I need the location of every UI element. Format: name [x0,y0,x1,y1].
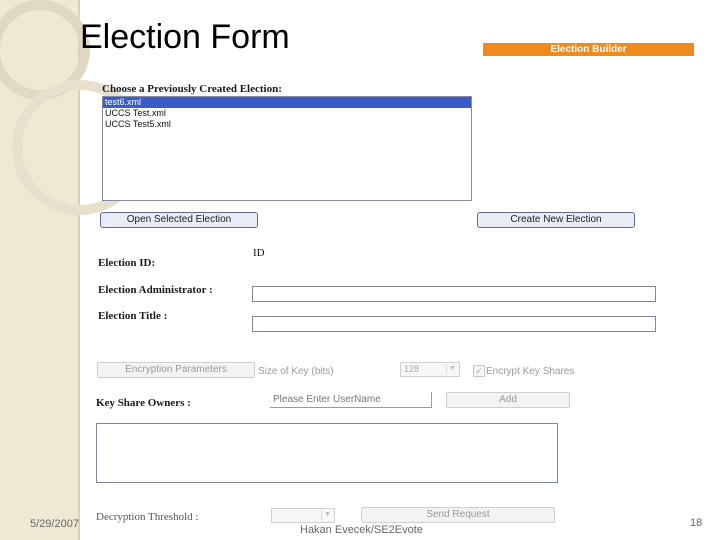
election-administrator-label: Election Administrator : [98,284,213,296]
decryption-threshold-label: Decryption Threshold : [96,511,199,523]
send-request-button[interactable]: Send Request [361,507,555,523]
slide-title: Election Form [80,18,290,56]
election-listbox[interactable]: test6.xml UCCS Test.xml UCCS Test5.xml [102,96,472,201]
page-number: 18 [690,517,703,529]
election-id-label: Election ID: [98,257,156,269]
election-title-input[interactable] [252,316,656,332]
chevron-down-icon: ▼ [321,510,333,520]
create-new-election-button[interactable]: Create New Election [477,212,635,228]
key-share-owners-list[interactable] [96,423,558,483]
key-share-owners-label: Key Share Owners : [96,397,191,409]
encrypt-key-shares-label: Encrypt Key Shares [486,366,575,377]
encryption-parameters-button[interactable]: Encryption Parameters [97,362,255,378]
key-size-select[interactable]: 128 ▼ [400,362,460,377]
add-user-button[interactable]: Add [446,392,570,408]
list-item[interactable]: UCCS Test.xml [103,108,471,119]
election-administrator-input[interactable] [252,286,656,302]
key-size-label: Size of Key (bits) [258,366,334,377]
election-title-label: Election Title : [98,310,168,322]
election-id-value: ID [253,247,265,259]
election-list-label: Choose a Previously Created Election: [102,83,282,95]
footer-date: 5/29/2007 [30,518,79,530]
encrypt-key-shares-checkbox[interactable]: ✓ [473,365,485,377]
election-builder-header: Election Builder [483,43,694,56]
list-item[interactable]: UCCS Test5.xml [103,119,471,130]
key-size-value: 128 [404,364,420,374]
list-item[interactable]: test6.xml [103,97,471,108]
footer-author: Hakan Evecek/SE2Evote [300,524,423,536]
open-selected-election-button[interactable]: Open Selected Election [100,212,258,228]
decryption-threshold-select[interactable]: ▼ [271,508,335,523]
chevron-down-icon: ▼ [446,364,458,374]
username-input[interactable]: Please Enter UserName [270,392,432,408]
